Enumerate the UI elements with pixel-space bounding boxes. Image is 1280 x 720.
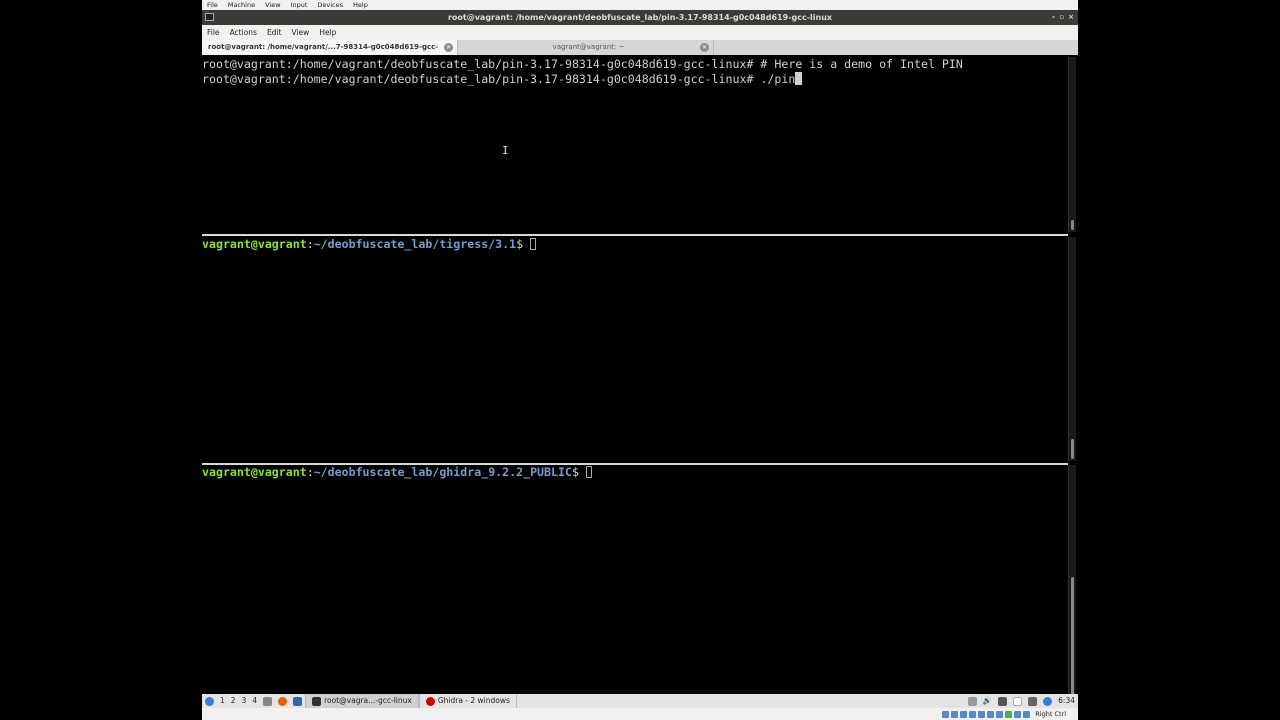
tab-close-icon[interactable]: ✕: [444, 43, 453, 52]
prompt-symbol: $: [516, 237, 531, 251]
prompt-sep: :: [306, 237, 314, 251]
workspace-2[interactable]: 2: [228, 694, 239, 708]
command-text: # Here is a demo of Intel PIN: [753, 57, 963, 71]
terminal-pane-pin[interactable]: root@vagrant:/home/vagrant/deobfuscate_l…: [202, 57, 1068, 232]
pane1-scrollbar[interactable]: [1068, 57, 1076, 232]
network-icon[interactable]: [969, 710, 977, 718]
host-menu-input[interactable]: Input: [286, 0, 313, 10]
tray-storage-icon[interactable]: [967, 696, 977, 706]
host-menu-view[interactable]: View: [260, 0, 285, 10]
scrollbar-thumb[interactable]: [1071, 577, 1074, 695]
terminal-line: root@vagrant:/home/vagrant/deobfuscate_l…: [202, 57, 1068, 72]
workspace-3[interactable]: 3: [239, 694, 250, 708]
host-menu-help[interactable]: Help: [348, 0, 373, 10]
tray-update-icon[interactable]: [1043, 696, 1053, 706]
pane-splitter[interactable]: [202, 234, 1068, 236]
usb-icon[interactable]: [978, 710, 986, 718]
task-terminal[interactable]: root@vagra...-gcc-linux: [305, 694, 419, 708]
task-label: Ghidra - 2 windows: [437, 696, 510, 705]
window-titlebar[interactable]: root@vagrant: /home/vagrant/deobfuscate_…: [202, 10, 1078, 25]
text-cursor: [585, 466, 592, 478]
host-menu-machine[interactable]: Machine: [223, 0, 260, 10]
tray-display-icon[interactable]: [1028, 696, 1038, 706]
vm-statusbar: Right Ctrl: [202, 708, 1078, 720]
command-text: ./pin: [753, 72, 796, 86]
terminal-pane-tigress[interactable]: vagrant@vagrant:~/deobfuscate_lab/tigres…: [202, 237, 1068, 461]
cpu-icon[interactable]: [1014, 710, 1022, 718]
terminal-pane-ghidra[interactable]: vagrant@vagrant:~/deobfuscate_lab/ghidra…: [202, 465, 1068, 697]
scrollbar-thumb[interactable]: [1071, 220, 1074, 230]
prompt-user: vagrant@vagrant: [202, 237, 307, 251]
hdd-icon[interactable]: [942, 710, 950, 718]
host-menu-file[interactable]: File: [202, 0, 223, 10]
prompt-path: ~/deobfuscate_lab/tigress/3.1: [313, 237, 517, 251]
window-controls: – ▫ ×: [1052, 10, 1074, 25]
terminal-menubar: File Actions Edit View Help: [202, 25, 1078, 40]
volume-icon[interactable]: 🔊: [980, 694, 995, 708]
display-icon[interactable]: [996, 710, 1004, 718]
terminal-icon: [312, 696, 322, 706]
host-menubar: File Machine View Input Devices Help: [202, 0, 1078, 10]
firefox-icon[interactable]: [278, 696, 288, 706]
tray-network-icon[interactable]: [998, 696, 1008, 706]
tab-vagrant-home[interactable]: vagrant@vagrant: ~ ✕: [458, 40, 714, 55]
desktop-icon[interactable]: [293, 696, 303, 706]
workspace-4[interactable]: 4: [249, 694, 260, 708]
tray-notify-icon[interactable]: [1013, 696, 1023, 706]
shared-folder-icon[interactable]: [987, 710, 995, 718]
prompt-user: vagrant@vagrant: [202, 465, 307, 479]
host-key-label: Right Ctrl: [1035, 710, 1066, 718]
tab-label: vagrant@vagrant: ~: [552, 43, 625, 51]
mouse-ibeam-icon: I: [502, 144, 509, 157]
tab-root-pin[interactable]: root@vagrant: /home/vagrant/...7-98314-g…: [202, 40, 458, 66]
task-label: root@vagra...-gcc-linux: [324, 696, 412, 705]
text-cursor: [795, 72, 803, 85]
prompt-path: ~/deobfuscate_lab/ghidra_9.2.2_PUBLIC: [313, 465, 572, 479]
shell-prompt: root@vagrant:/home/vagrant/deobfuscate_l…: [202, 72, 754, 86]
terminal-app-icon[interactable]: [205, 13, 214, 21]
shell-prompt: root@vagrant:/home/vagrant/deobfuscate_l…: [202, 57, 754, 71]
ghidra-icon: [425, 696, 435, 706]
mouse-integration-icon[interactable]: [1023, 710, 1031, 718]
audio-icon[interactable]: [960, 710, 968, 718]
scrollbar-thumb[interactable]: [1071, 439, 1074, 459]
menu-help[interactable]: Help: [314, 25, 341, 40]
close-icon[interactable]: ×: [1068, 10, 1074, 25]
start-menu-icon[interactable]: [205, 696, 214, 706]
text-cursor: [530, 238, 537, 250]
host-menu-devices[interactable]: Devices: [312, 0, 348, 10]
taskbar: 1 2 3 4 root@vagra...-gcc-linux Ghidra -…: [202, 694, 1078, 708]
minimize-icon[interactable]: –: [1052, 10, 1056, 25]
workspace-1[interactable]: 1: [217, 694, 228, 708]
prompt-sep: :: [306, 465, 314, 479]
prompt-symbol: $: [571, 465, 586, 479]
terminal-line: vagrant@vagrant:~/deobfuscate_lab/ghidra…: [202, 465, 1068, 480]
maximize-icon[interactable]: ▫: [1059, 10, 1064, 25]
vm-screen: root@vagrant: /home/vagrant/deobfuscate_…: [202, 10, 1078, 720]
optical-icon[interactable]: [951, 710, 959, 718]
tab-bar: root@vagrant: /home/vagrant/...7-98314-g…: [202, 40, 1078, 66]
menu-actions[interactable]: Actions: [225, 25, 262, 40]
task-ghidra[interactable]: Ghidra - 2 windows: [418, 694, 517, 708]
pane3-scrollbar[interactable]: [1068, 465, 1076, 697]
window-title: root@vagrant: /home/vagrant/deobfuscate_…: [447, 13, 833, 22]
clock[interactable]: 6:34: [1055, 694, 1078, 708]
terminal-line: root@vagrant:/home/vagrant/deobfuscate_l…: [202, 72, 1068, 87]
file-manager-icon[interactable]: [263, 696, 273, 706]
menu-file[interactable]: File: [202, 25, 225, 40]
menu-view[interactable]: View: [287, 25, 315, 40]
recording-icon[interactable]: [1005, 710, 1013, 718]
pane2-scrollbar[interactable]: [1068, 237, 1076, 461]
menu-edit[interactable]: Edit: [262, 25, 287, 40]
tab-close-icon[interactable]: ✕: [700, 43, 709, 52]
terminal-line: vagrant@vagrant:~/deobfuscate_lab/tigres…: [202, 237, 1068, 252]
